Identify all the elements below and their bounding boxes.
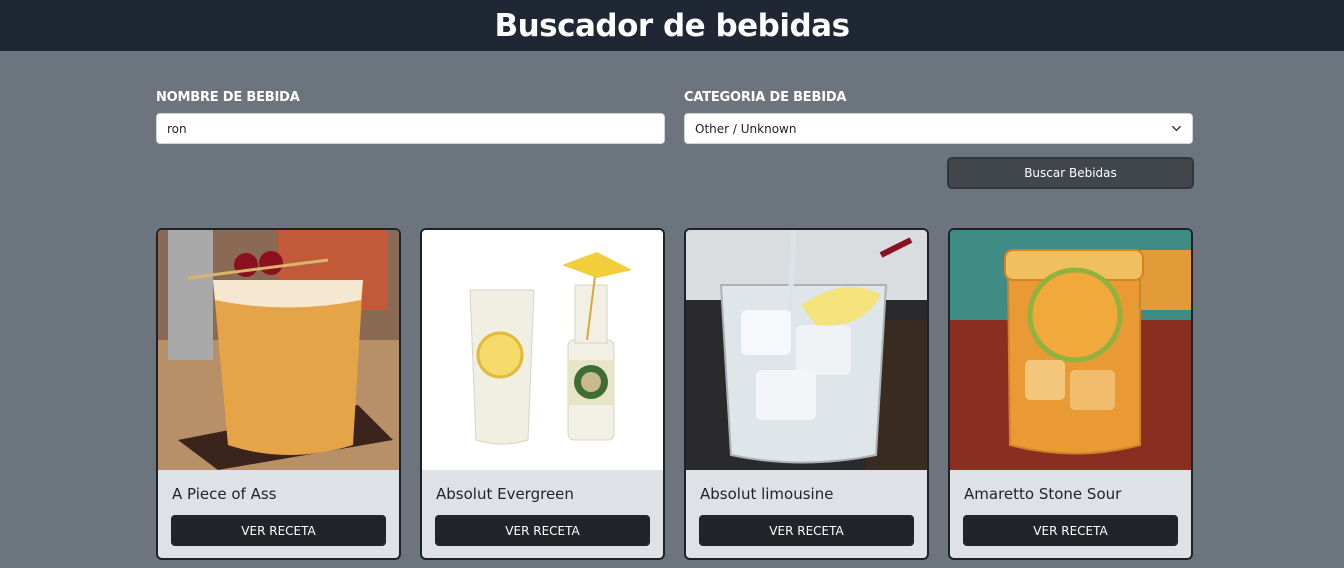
drink-name: Amaretto Stone Sour [964,485,1122,503]
header: Buscador de bebidas [0,0,1344,51]
view-recipe-button[interactable]: VER RECETA [699,515,914,546]
drink-name-field: NOMBRE DE BEBIDA [156,90,665,144]
drink-category-select[interactable]: Other / Unknown [684,113,1193,144]
drink-photo [950,230,1191,470]
drink-photo [686,230,927,470]
drink-category-selected: Other / Unknown [695,121,797,136]
drink-photo [158,230,399,470]
drink-name: A Piece of Ass [172,485,277,503]
drink-card: Absolut limousine VER RECETA [684,228,929,560]
drink-category-field: CATEGORIA DE BEBIDA Other / Unknown [684,90,1193,144]
drink-card: Amaretto Stone Sour VER RECETA [948,228,1193,560]
drink-category-label: CATEGORIA DE BEBIDA [684,90,847,105]
drink-card: A Piece of Ass VER RECETA [156,228,401,560]
drink-name-label: NOMBRE DE BEBIDA [156,90,300,105]
drink-photo [422,230,663,470]
drink-card: Absolut Evergreen VER RECETA [420,228,665,560]
view-recipe-button[interactable]: VER RECETA [435,515,650,546]
view-recipe-button[interactable]: VER RECETA [963,515,1178,546]
view-recipe-button[interactable]: VER RECETA [171,515,386,546]
drink-name: Absolut limousine [700,485,834,503]
search-drinks-button[interactable]: Buscar Bebidas [947,157,1194,189]
drink-name: Absolut Evergreen [436,485,574,503]
drink-name-input[interactable] [156,113,665,144]
page-title: Buscador de bebidas [494,7,850,44]
chevron-down-icon [1172,125,1181,132]
